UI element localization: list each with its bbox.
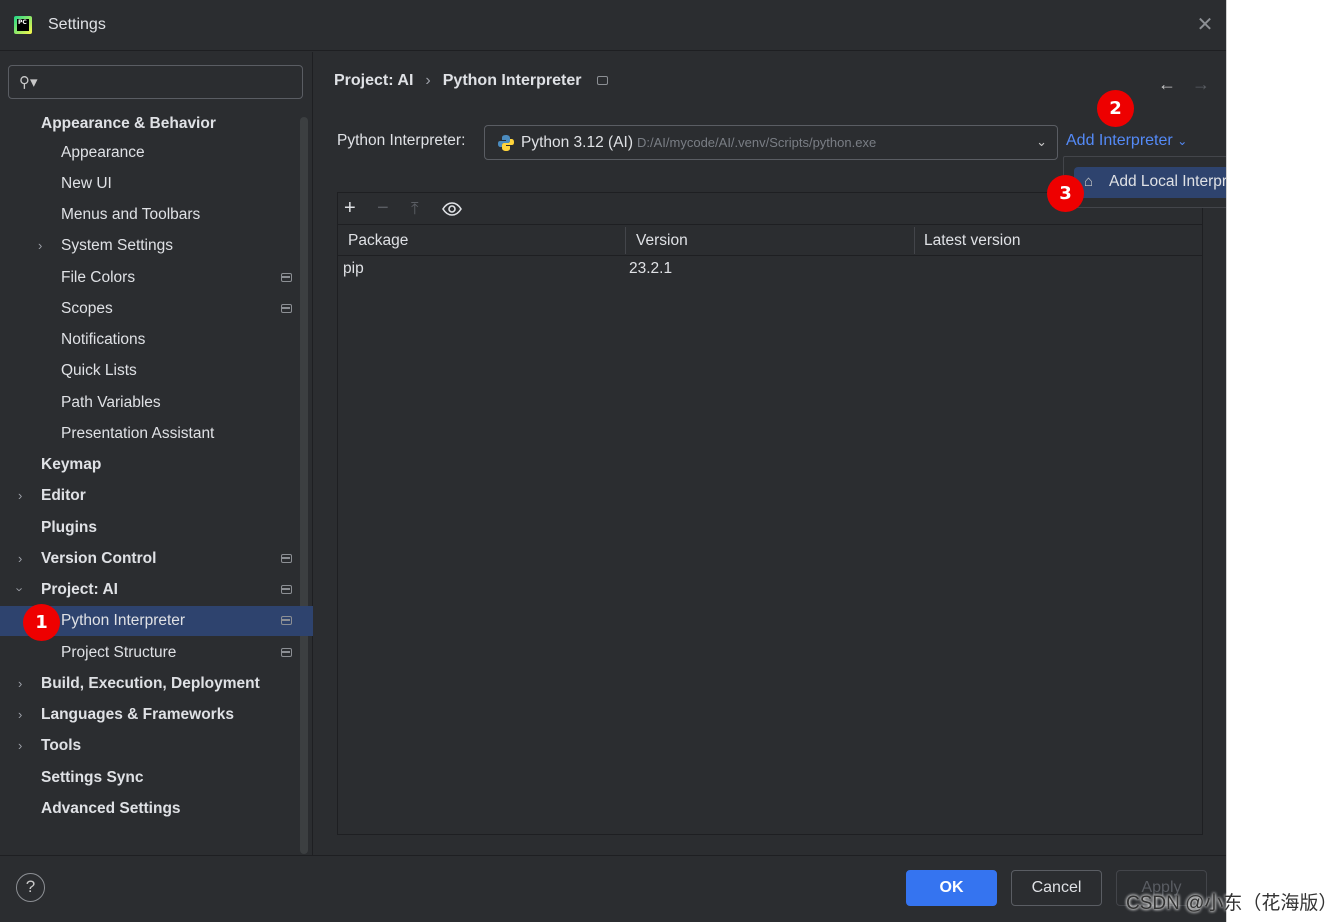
back-arrow-icon[interactable]: ← (1158, 74, 1176, 95)
chevron-right-icon[interactable]: › (38, 238, 42, 253)
interpreter-name: Python 3.12 (AI) (521, 134, 634, 151)
packages-table-header: Package Version Latest version (338, 225, 1202, 256)
column-header-package[interactable]: Package (338, 225, 408, 256)
settings-search-input[interactable]: ⚲▾ (8, 65, 303, 99)
chevron-right-icon[interactable]: › (18, 676, 22, 691)
sidebar-item-project-ai[interactable]: Project: AI (41, 575, 118, 605)
help-button[interactable]: ? (16, 873, 45, 902)
sidebar-item-build-execution-deployment[interactable]: Build, Execution, Deployment (41, 669, 260, 699)
title-bar: PC Settings ✕ (0, 0, 1226, 51)
background-strip (1226, 0, 1341, 922)
sidebar-item-appearance-behavior[interactable]: Appearance & Behavior (41, 109, 216, 139)
column-header-version[interactable]: Version (626, 225, 688, 256)
interpreter-path: D:/AI/mycode/AI/.venv/Scripts/python.exe (637, 135, 877, 150)
project-level-icon (281, 648, 292, 657)
sidebar-item-presentation-assistant[interactable]: Presentation Assistant (61, 419, 214, 449)
sidebar-item-appearance[interactable]: Appearance (61, 138, 145, 168)
sidebar-item-languages-frameworks[interactable]: Languages & Frameworks (41, 700, 234, 730)
breadcrumb-separator-icon: › (425, 72, 431, 89)
pycharm-logo-icon: PC (14, 16, 32, 34)
sidebar-item-system-settings[interactable]: System Settings (61, 231, 173, 261)
project-level-icon (597, 76, 609, 86)
annotation-badge-2: 2 (1097, 90, 1134, 127)
interpreter-combobox[interactable]: Python 3.12 (AI) D:/AI/mycode/AI/.venv/Sc… (484, 125, 1058, 160)
packages-panel: + − ⤒ Package Version Latest version pip… (337, 192, 1203, 835)
chevron-right-icon[interactable]: › (18, 707, 22, 722)
settings-sidebar: ⚲▾ Appearance & Behavior Appearance New … (0, 52, 313, 855)
project-level-icon (281, 554, 292, 563)
project-level-icon (281, 304, 292, 313)
eye-icon[interactable] (442, 202, 462, 216)
sidebar-item-menus-toolbars[interactable]: Menus and Toolbars (61, 200, 200, 230)
window-title: Settings (48, 16, 106, 33)
python-icon (498, 135, 514, 151)
sidebar-item-notifications[interactable]: Notifications (61, 325, 145, 355)
forward-arrow-icon[interactable]: → (1192, 74, 1210, 95)
sidebar-scrollbar[interactable] (300, 117, 308, 854)
chevron-right-icon[interactable]: › (18, 488, 22, 503)
sidebar-item-project-structure[interactable]: Project Structure (61, 638, 176, 668)
project-level-icon (281, 585, 292, 594)
cancel-button[interactable]: Cancel (1011, 870, 1102, 906)
sidebar-item-settings-sync[interactable]: Settings Sync (41, 763, 144, 793)
package-name-cell: pip (343, 260, 364, 277)
breadcrumb-parent[interactable]: Project: AI (334, 72, 413, 89)
sidebar-item-scopes[interactable]: Scopes (61, 294, 113, 324)
annotation-badge-1: 1 (23, 604, 60, 641)
sidebar-item-file-colors[interactable]: File Colors (61, 263, 135, 293)
remove-package-icon[interactable]: − (377, 197, 389, 220)
sidebar-item-python-interpreter[interactable]: Python Interpreter (61, 606, 185, 636)
upgrade-package-icon[interactable]: ⤒ (411, 199, 419, 219)
sidebar-item-tools[interactable]: Tools (41, 731, 81, 761)
ok-button[interactable]: OK (906, 870, 997, 906)
sidebar-item-quick-lists[interactable]: Quick Lists (61, 356, 137, 386)
add-interpreter-label[interactable]: Add Interpreter (1066, 132, 1173, 149)
chevron-down-icon: ⌄ (1177, 134, 1188, 148)
sidebar-item-version-control[interactable]: Version Control (41, 544, 156, 574)
add-package-icon[interactable]: + (344, 197, 356, 220)
project-level-icon (281, 616, 292, 625)
sidebar-item-new-ui[interactable]: New UI (61, 169, 112, 199)
sidebar-item-advanced-settings[interactable]: Advanced Settings (41, 794, 181, 824)
dialog-footer: ? OK Cancel Apply (0, 855, 1226, 922)
package-version-cell: 23.2.1 (629, 260, 673, 277)
sidebar-item-plugins[interactable]: Plugins (41, 513, 97, 543)
home-icon: ⌂ (1084, 173, 1094, 190)
chevron-right-icon[interactable]: › (18, 738, 22, 753)
add-interpreter-link[interactable]: Add Interpreter ⌄ (1066, 132, 1187, 150)
breadcrumb-current: Python Interpreter (442, 72, 582, 89)
close-icon[interactable]: ✕ (1196, 15, 1214, 35)
column-header-latest-version[interactable]: Latest version (914, 225, 1021, 256)
interpreter-label: Python Interpreter: (337, 132, 466, 149)
breadcrumb: Project: AI › Python Interpreter (334, 72, 609, 90)
interpreter-name-text: Python 3.12 (AI) D:/AI/mycode/AI/.venv/Sc… (521, 134, 876, 152)
watermark: CSDN @小东（花海版） (1126, 893, 1338, 914)
chevron-down-icon: ⌄ (1036, 134, 1047, 149)
settings-content: Project: AI › Python Interpreter ← → Pytho… (314, 52, 1299, 855)
sidebar-item-path-variables[interactable]: Path Variables (61, 388, 161, 418)
chevron-down-icon[interactable]: › (13, 587, 28, 591)
sidebar-item-editor[interactable]: Editor (41, 481, 86, 511)
search-icon: ⚲▾ (19, 74, 38, 91)
project-level-icon (281, 273, 292, 282)
settings-dialog: PC Settings ✕ ⚲▾ Appearance & Behavior A… (0, 0, 1299, 922)
chevron-right-icon[interactable]: › (18, 551, 22, 566)
sidebar-item-keymap[interactable]: Keymap (41, 450, 101, 480)
annotation-badge-3: 3 (1047, 175, 1084, 212)
